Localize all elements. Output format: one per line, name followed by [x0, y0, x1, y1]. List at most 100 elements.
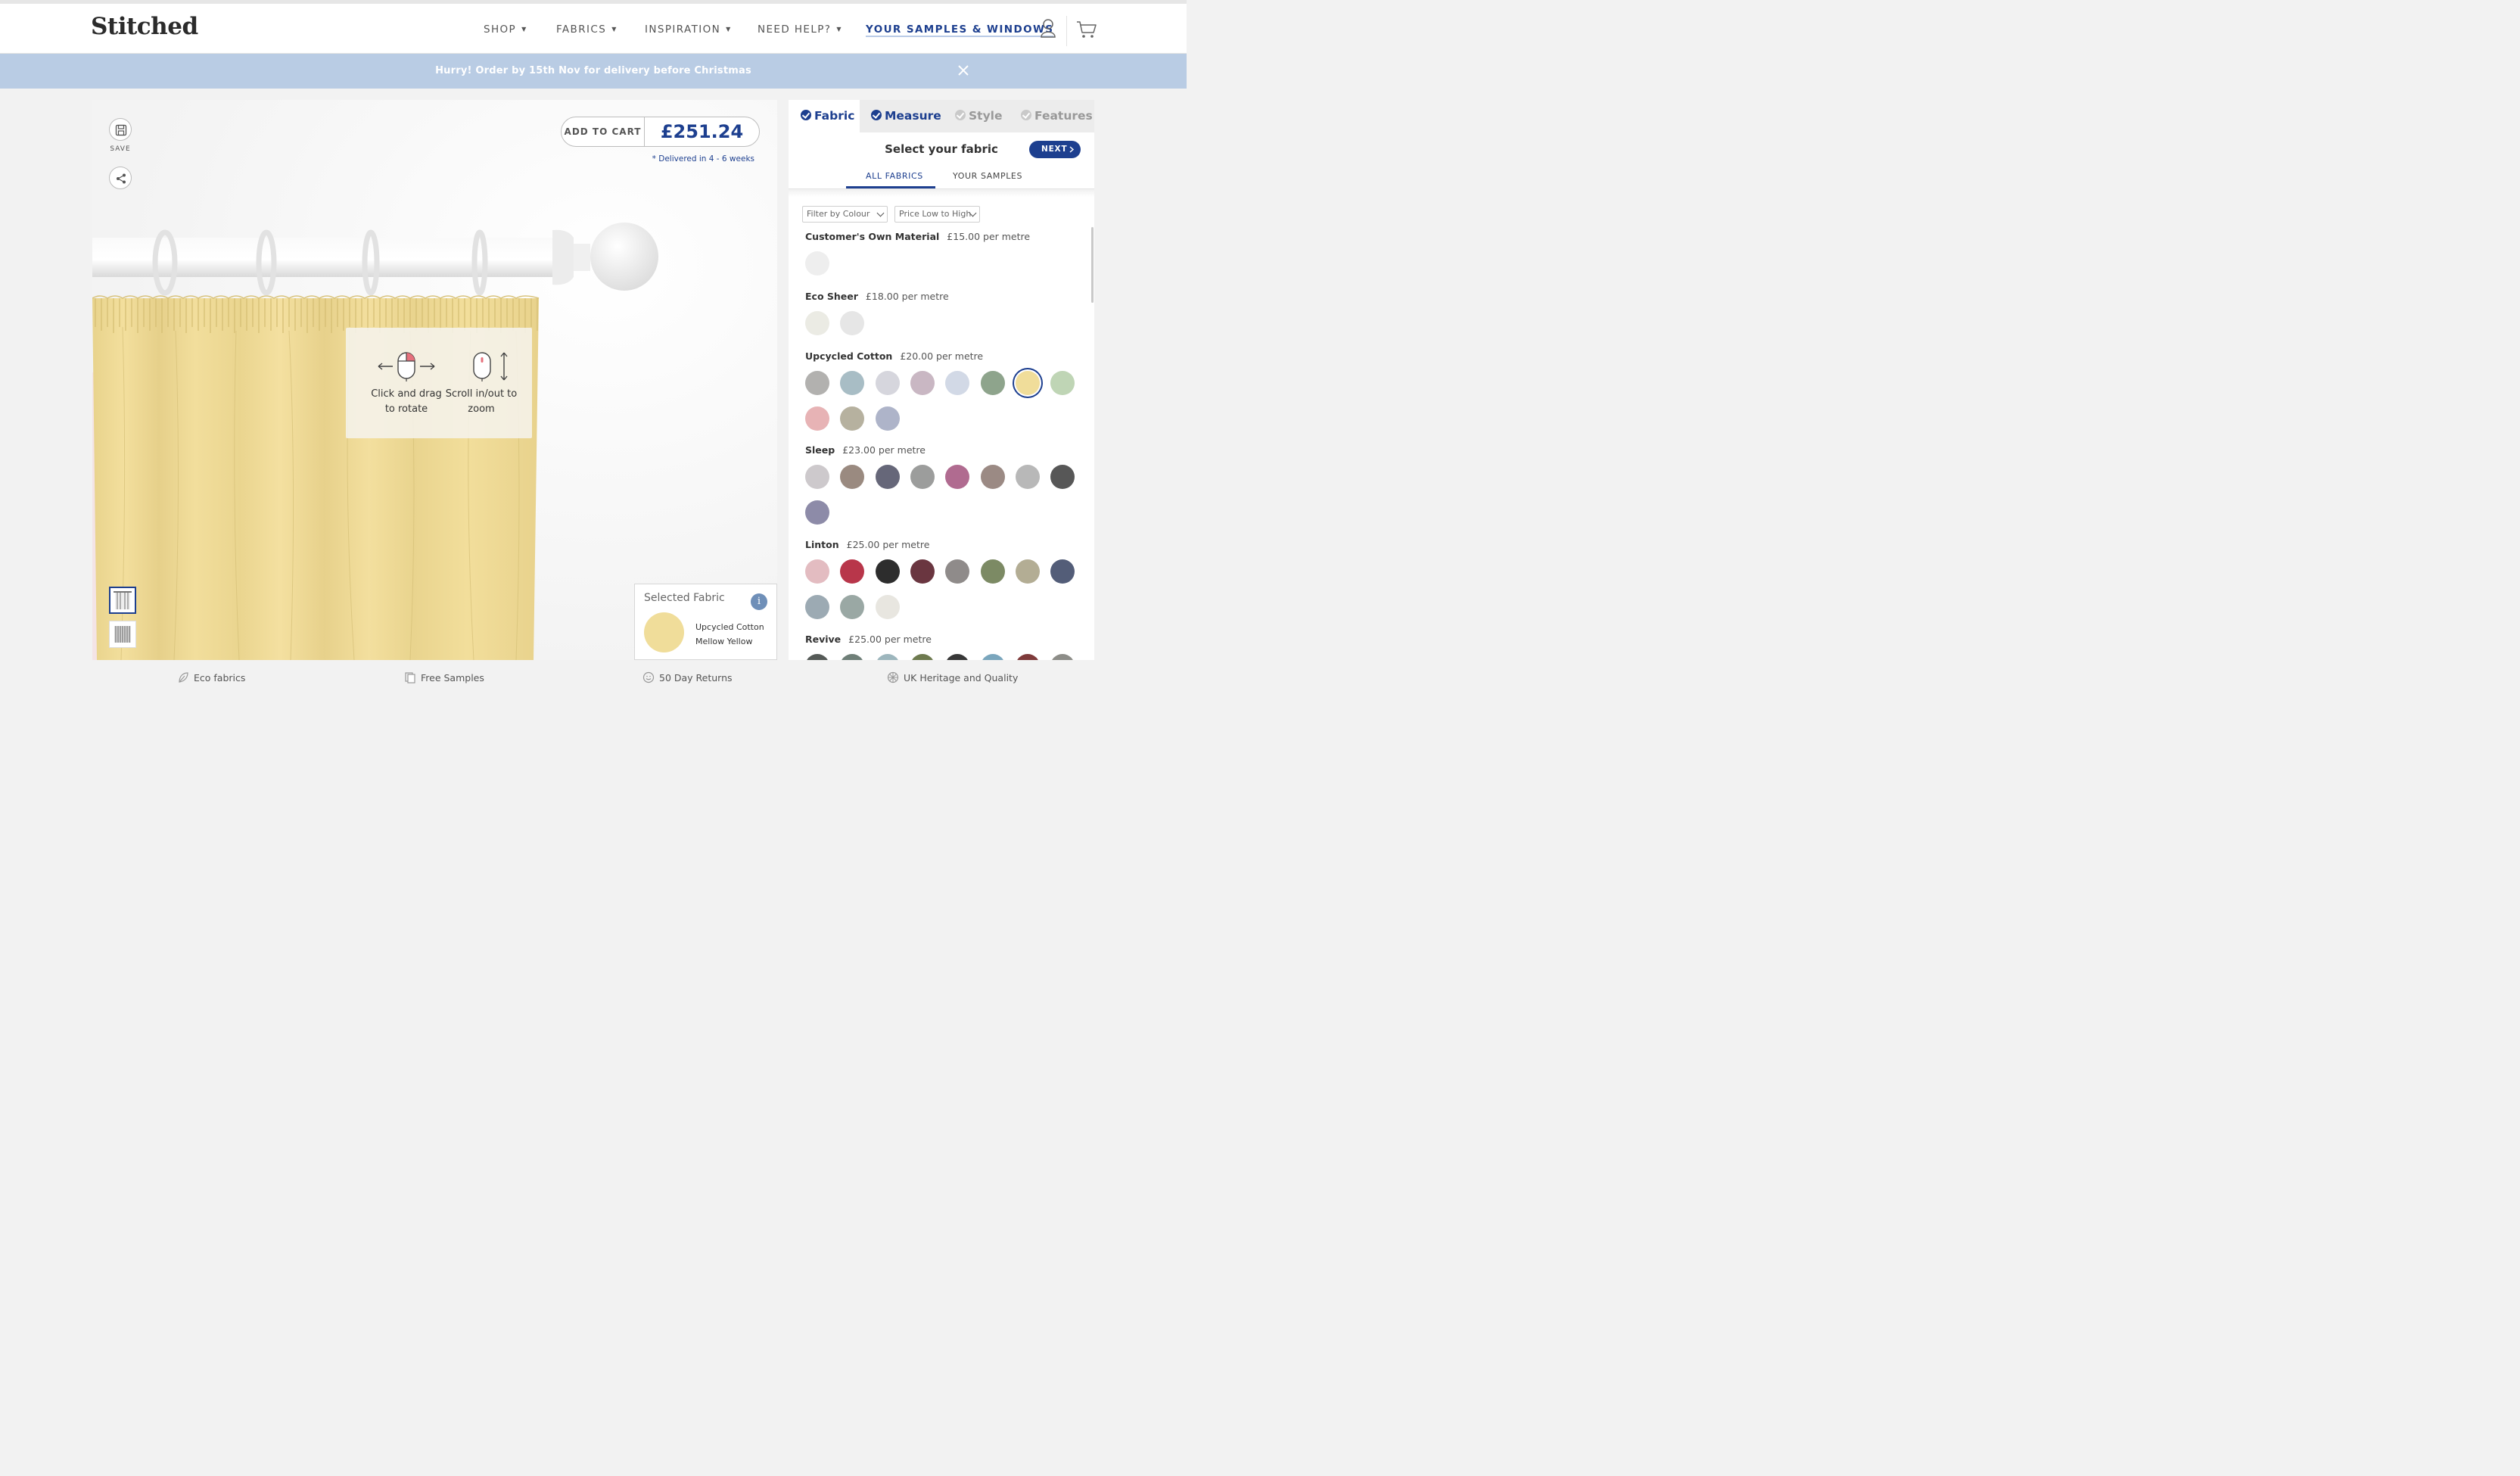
save-button[interactable]: [109, 118, 132, 141]
fabric-swatch[interactable]: [910, 371, 935, 395]
promo-banner-text: Hurry! Order by 15th Nov for delivery be…: [435, 65, 751, 76]
fabric-swatch[interactable]: [840, 311, 864, 335]
fabric-swatch[interactable]: [876, 465, 900, 489]
fabric-swatch[interactable]: [805, 465, 829, 489]
fabric-swatch[interactable]: [805, 251, 829, 276]
fabric-swatch[interactable]: [876, 559, 900, 584]
blind-view-thumbnail[interactable]: [109, 621, 136, 648]
fabric-swatch[interactable]: [840, 371, 864, 395]
tab-measure[interactable]: Measure: [871, 100, 941, 132]
add-to-cart-box: ADD TO CART £251.24: [561, 117, 760, 147]
filter-by-colour-value: Filter by Colour: [807, 209, 870, 219]
sort-value: Price Low to High: [899, 209, 972, 219]
next-button[interactable]: NEXT: [1029, 141, 1081, 158]
fabric-swatch[interactable]: [910, 465, 935, 489]
nav-fabrics-label: FABRICS: [556, 23, 607, 36]
footer-eco-fabrics: Eco fabrics: [177, 671, 245, 684]
fabric-swatch[interactable]: [1016, 465, 1040, 489]
site-logo[interactable]: Stitched: [91, 13, 198, 40]
fabric-swatch[interactable]: [876, 406, 900, 431]
fabric-swatch[interactable]: [910, 654, 935, 660]
fabric-group-title: Eco Sheer £18.00 per metre: [805, 291, 949, 302]
curtain-3d-viewer[interactable]: SAVE ADD TO CART £251.24 * Delivered in …: [92, 100, 777, 660]
tab-fabric[interactable]: Fabric: [789, 100, 860, 132]
filter-by-colour-select[interactable]: Filter by Colour: [802, 206, 888, 223]
nav-your-samples-windows[interactable]: YOUR SAMPLES & WINDOWS: [866, 23, 1053, 36]
tab-measure-label: Measure: [885, 109, 941, 123]
nav-shop[interactable]: SHOP ▼: [484, 23, 527, 36]
fabric-swatch[interactable]: [945, 559, 969, 584]
fabric-group-title: Linton £25.00 per metre: [805, 539, 929, 550]
next-button-label: NEXT: [1041, 145, 1068, 154]
fabric-swatch[interactable]: [876, 371, 900, 395]
fabric-swatch[interactable]: [1016, 654, 1040, 660]
tab-features[interactable]: Features: [1021, 100, 1093, 132]
mouse-drag-icon: [378, 352, 435, 381]
add-to-cart-button[interactable]: ADD TO CART: [562, 117, 645, 146]
fabric-swatch[interactable]: [840, 465, 864, 489]
fabric-swatch[interactable]: [1016, 371, 1040, 395]
curtain-view-thumbnail[interactable]: [109, 587, 136, 614]
delivery-note: * Delivered in 4 - 6 weeks: [652, 154, 754, 163]
fabric-swatch[interactable]: [840, 559, 864, 584]
tab-style-label: Style: [969, 109, 1003, 123]
fabric-swatch[interactable]: [981, 371, 1005, 395]
tab-fabric-label: Fabric: [814, 109, 855, 123]
fabric-group-title: Customer's Own Material £15.00 per metre: [805, 231, 1030, 242]
smile-icon: [642, 671, 655, 684]
user-icon[interactable]: [1038, 17, 1060, 40]
footer-free-samples-label: Free Samples: [421, 672, 484, 684]
fabric-list-scrollbar[interactable]: [1091, 227, 1094, 303]
caret-down-icon: ▼: [521, 26, 527, 33]
fabric-group-name: Linton: [805, 539, 839, 550]
footer-eco-fabrics-label: Eco fabrics: [194, 672, 246, 684]
subtab-your-samples[interactable]: YOUR SAMPLES: [953, 171, 1022, 181]
sort-select[interactable]: Price Low to High: [894, 206, 980, 223]
fabric-swatch[interactable]: [1050, 654, 1075, 660]
fabric-swatch[interactable]: [981, 654, 1005, 660]
cart-icon[interactable]: [1075, 17, 1098, 40]
selected-fabric-type: Upcycled Cotton: [695, 622, 764, 632]
info-icon[interactable]: i: [751, 593, 767, 610]
nav-need-help[interactable]: NEED HELP? ▼: [758, 23, 842, 36]
share-button[interactable]: [109, 167, 132, 189]
selected-fabric-title: Selected Fabric: [644, 592, 725, 604]
fabric-swatch[interactable]: [1016, 559, 1040, 584]
fabric-swatch[interactable]: [981, 465, 1005, 489]
fabric-swatch[interactable]: [1050, 465, 1075, 489]
fabric-swatch[interactable]: [945, 371, 969, 395]
close-icon[interactable]: [955, 62, 972, 79]
fabric-swatch[interactable]: [805, 406, 829, 431]
fabric-swatch[interactable]: [981, 559, 1005, 584]
tab-style[interactable]: Style: [955, 100, 1003, 132]
fabric-swatch[interactable]: [1050, 371, 1075, 395]
fabric-swatch[interactable]: [805, 371, 829, 395]
chevron-right-icon: [1069, 146, 1075, 153]
footer-50-day-returns-label: 50 Day Returns: [659, 672, 733, 684]
fabric-group-price: £20.00 per metre: [900, 350, 984, 362]
fabric-swatch[interactable]: [840, 406, 864, 431]
caret-down-icon: ▼: [836, 26, 842, 33]
tab-features-label: Features: [1034, 109, 1093, 123]
check-circle-icon: [801, 110, 811, 120]
fabric-swatch[interactable]: [805, 311, 829, 335]
samples-icon: [405, 672, 415, 684]
fabric-swatch[interactable]: [840, 654, 864, 660]
fabric-swatch[interactable]: [910, 559, 935, 584]
fabric-swatch[interactable]: [945, 465, 969, 489]
fabric-swatch[interactable]: [805, 595, 829, 619]
fabric-swatch[interactable]: [945, 654, 969, 660]
fabric-swatch[interactable]: [805, 654, 829, 660]
subtab-all-fabrics[interactable]: ALL FABRICS: [866, 171, 923, 181]
fabric-swatch[interactable]: [840, 595, 864, 619]
fabric-group-title: Sleep £23.00 per metre: [805, 444, 926, 456]
fabric-swatch[interactable]: [805, 559, 829, 584]
selected-fabric-swatch: [644, 612, 684, 652]
fabric-swatch[interactable]: [805, 500, 829, 525]
nav-inspiration[interactable]: INSPIRATION ▼: [645, 23, 732, 36]
nav-fabrics[interactable]: FABRICS ▼: [556, 23, 618, 36]
fabric-swatch[interactable]: [1050, 559, 1075, 584]
fabric-swatch[interactable]: [876, 654, 900, 660]
save-label: SAVE: [110, 145, 131, 153]
fabric-swatch[interactable]: [876, 595, 900, 619]
